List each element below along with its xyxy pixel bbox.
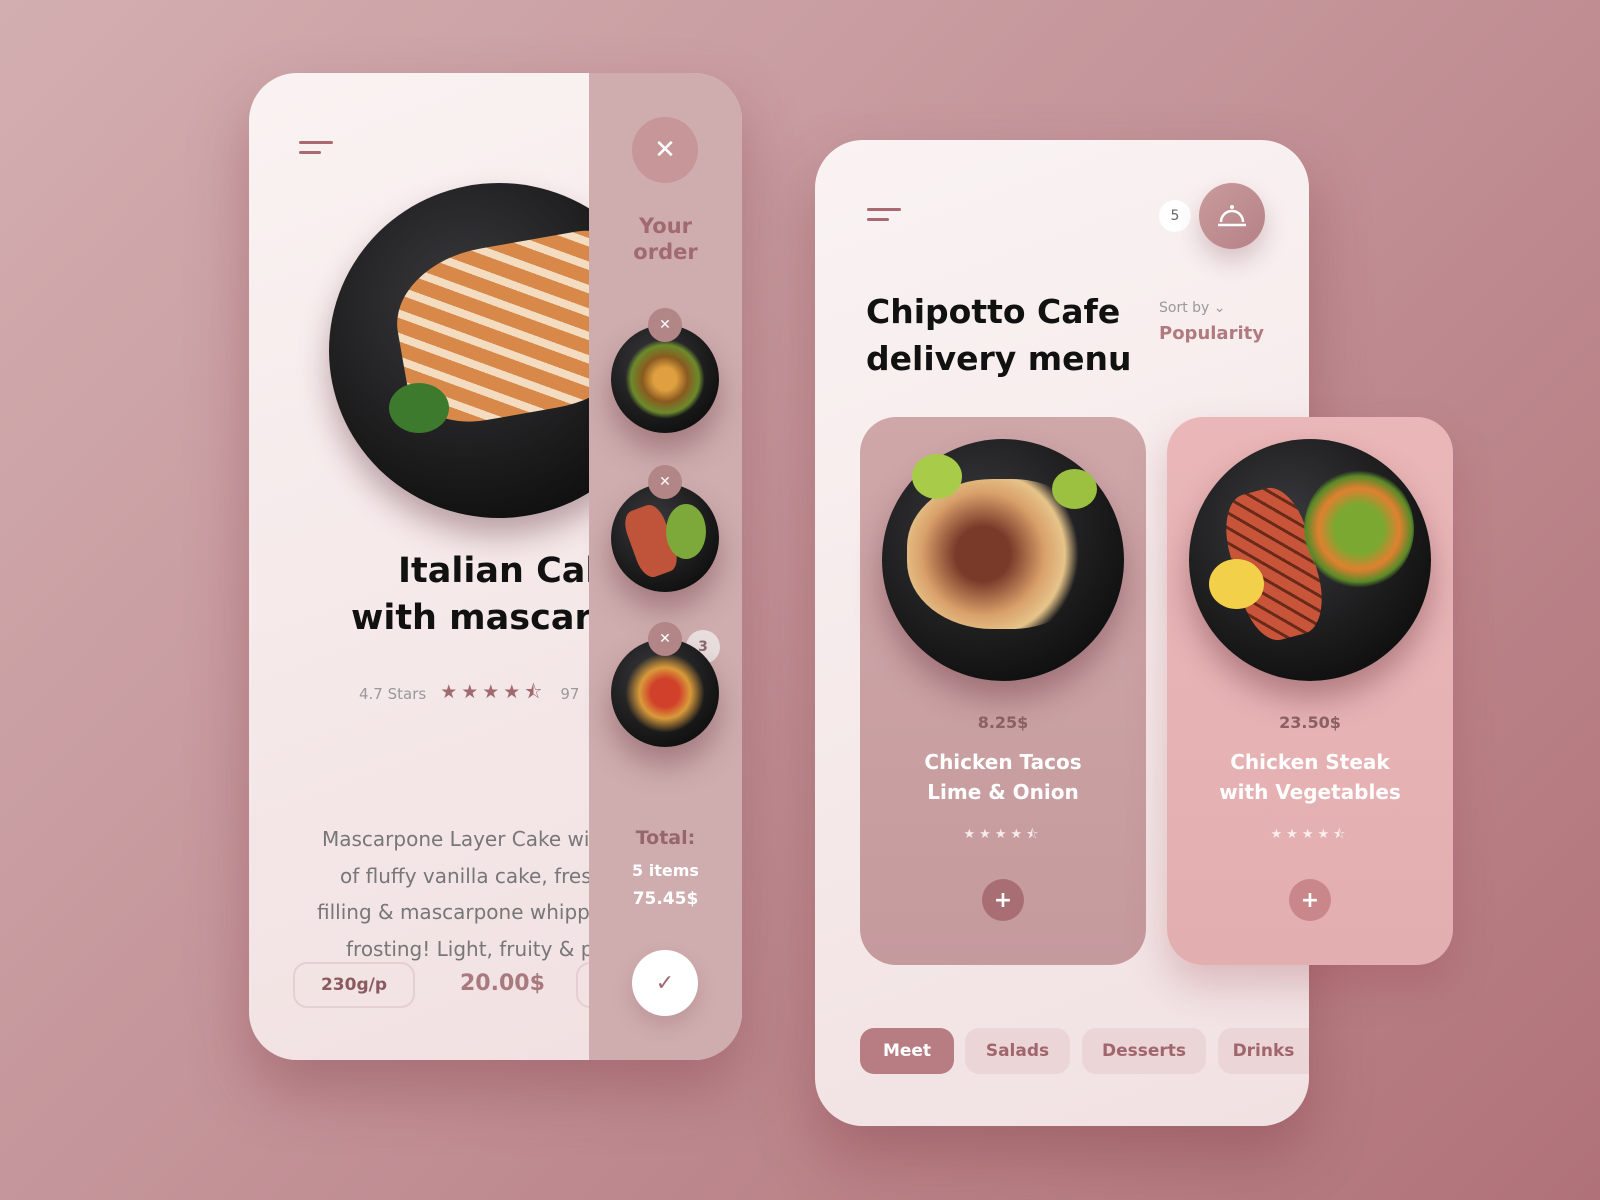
tab-salads[interactable]: Salads (965, 1028, 1070, 1074)
cart-count-badge: 5 (1159, 200, 1191, 232)
sort-label: Sort by (1159, 300, 1210, 316)
rating-row: 4.7 Stars ★★★★⯪ 97 (359, 678, 579, 710)
menu-icon[interactable] (299, 141, 333, 161)
check-icon: ✓ (655, 970, 675, 996)
remove-item-icon[interactable]: ✕ (648, 465, 682, 499)
item-name-line: with Vegetables (1219, 780, 1401, 804)
description-line: filling & mascarpone whippe (317, 900, 603, 924)
order-panel: ✕ Your order ✕ ✕ 3 ✕ Total: 5 items 75.45… (589, 73, 742, 1060)
plus-icon: + (993, 887, 1013, 913)
menu-title: Chipotto Cafe delivery menu (866, 288, 1132, 382)
description-line: of fluffy vanilla cake, fresh (340, 864, 605, 888)
item-name-line: Chicken Steak (1230, 750, 1390, 774)
remove-item-icon[interactable]: ✕ (648, 308, 682, 342)
weight-badge: 230g/p (293, 962, 415, 1008)
star-rating-icon: ★★★★⯪ (1270, 827, 1350, 842)
tab-meet[interactable]: Meet (860, 1028, 954, 1074)
review-count: 97 (560, 685, 580, 703)
item-name: Chicken Steak with Vegetables (1167, 747, 1453, 807)
rating-text: 4.7 Stars (359, 685, 427, 703)
dish-detail-screen: Italian Cake with mascarpo 4.7 Stars ★★★… (249, 73, 742, 1060)
cart-button[interactable] (1199, 183, 1265, 249)
remove-item-icon[interactable]: ✕ (648, 622, 682, 656)
salmon-image (1189, 439, 1431, 681)
tacos-image (882, 439, 1124, 681)
order-title: Your order (589, 213, 742, 265)
chevron-down-icon: ⌄ (1213, 300, 1226, 316)
item-price: 8.25$ (977, 713, 1029, 732)
description-line: frosting! Light, fruity & pe (346, 937, 606, 961)
add-to-cart-button[interactable]: + (1289, 879, 1331, 921)
menu-icon[interactable] (867, 208, 901, 228)
total-label: Total: (635, 827, 696, 849)
sort-dropdown[interactable]: Sort by ⌄ (1159, 300, 1226, 316)
menu-item-card[interactable]: 23.50$ Chicken Steak with Vegetables ★★★★… (1167, 417, 1453, 965)
star-rating-icon: ★★★★⯪ (440, 681, 547, 703)
close-icon[interactable]: ✕ (632, 117, 698, 183)
item-price: 23.50$ (1279, 713, 1341, 732)
confirm-order-button[interactable]: ✓ (632, 950, 698, 1016)
star-rating-icon: ★★★★⯪ (963, 827, 1043, 842)
menu-title-line: Chipotto Cafe (866, 292, 1121, 331)
cloche-icon (1218, 205, 1246, 227)
total-amount: 75.45$ (632, 889, 699, 909)
add-to-cart-button[interactable]: + (982, 879, 1024, 921)
item-name-line: Chicken Tacos (924, 750, 1082, 774)
item-name: Chicken Tacos Lime & Onion (860, 747, 1146, 807)
description-line: Mascarpone Layer Cake wit (322, 827, 598, 851)
tab-desserts[interactable]: Desserts (1082, 1028, 1206, 1074)
dish-price: 20.00$ (460, 971, 545, 996)
order-item-image (611, 484, 719, 592)
plus-icon: + (1300, 887, 1320, 913)
total-items: 5 items (632, 861, 699, 880)
menu-item-card[interactable]: 8.25$ Chicken Tacos Lime & Onion ★★★★⯪ + (860, 417, 1146, 965)
menu-title-line: delivery menu (866, 339, 1132, 378)
tab-drinks[interactable]: Drinks (1218, 1028, 1309, 1074)
order-title-line: Your (638, 214, 692, 238)
sort-value[interactable]: Popularity (1159, 323, 1264, 344)
item-name-line: Lime & Onion (927, 780, 1079, 804)
order-title-line: order (633, 240, 698, 264)
